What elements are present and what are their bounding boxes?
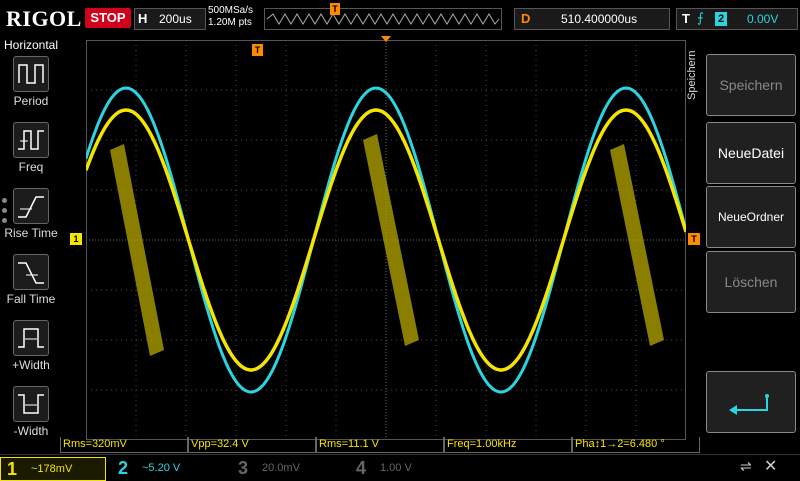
page-dot [2, 218, 7, 223]
menu-title: Horizontal [3, 38, 59, 52]
channel-status-bar: 1 ~178mV 2 ~5.20 V 3 20.0mV 4 1.00 V [0, 454, 800, 481]
rising-edge-icon: ⨍ [697, 10, 704, 25]
measure-negative-width-item[interactable]: -Width [0, 386, 62, 448]
measure-positive-width-item[interactable]: +Width [0, 320, 62, 382]
positive-width-icon [13, 320, 49, 356]
measurement-ch1-rms-2[interactable]: Rms=11.1 V [316, 437, 444, 453]
channel-3-button[interactable]: 3 20.0mV [232, 457, 342, 479]
delete-button[interactable]: Löschen [706, 251, 796, 313]
trigger-level-value: 0.00V [747, 12, 779, 26]
center-time-marker [381, 36, 391, 42]
channel-1-button[interactable]: 1 ~178mV [0, 457, 106, 481]
negative-width-icon [13, 386, 49, 422]
return-button[interactable] [706, 371, 796, 433]
ch1-ground-marker[interactable]: 1 [70, 233, 82, 245]
trigger-level-marker[interactable]: T [688, 233, 700, 245]
memory-waveform-preview [266, 13, 500, 25]
delay-display[interactable]: D 510.400000us [514, 8, 670, 30]
measure-rise-time-label: Rise Time [4, 226, 58, 240]
measure-period-label: Period [13, 94, 49, 108]
speichern-button[interactable]: Speichern [706, 54, 796, 116]
memory-overview-bar[interactable] [264, 8, 502, 30]
measure-period-item[interactable]: Period [0, 56, 62, 118]
trigger-position-marker: T [330, 3, 340, 15]
noise-burst [610, 144, 664, 346]
usb-icon: ⇌ [740, 458, 752, 474]
save-menu-title: Speichern [686, 44, 702, 114]
acquisition-info: 500MSa/s 1.20M pts [208, 5, 253, 29]
measure-fall-time-item[interactable]: Fall Time [0, 254, 62, 316]
page-dot [2, 198, 7, 203]
channel-4-scale: 1.00 V [380, 462, 412, 474]
delay-value: 510.400000us [561, 12, 638, 26]
save-menu-title-text: Speichern [686, 50, 698, 100]
measure-negative-width-label: -Width [13, 424, 49, 438]
top-status-bar: RIGOL STOP H 200us 500MSa/s 1.20M pts T … [0, 0, 800, 36]
ch1-noise-bursts [110, 134, 664, 356]
waveform-display-area[interactable] [84, 40, 688, 440]
measurement-ch1-vpp[interactable]: Vpp=32.4 V [188, 437, 316, 453]
trigger-key-label: T [682, 11, 690, 26]
horizontal-measure-menu: Horizontal Period Freq Rise Time Fall Ti… [0, 36, 62, 454]
horizontal-key-label: H [138, 11, 148, 26]
brand-logo: RIGOL [6, 6, 82, 31]
noise-burst [110, 144, 164, 356]
channel-2-number: 2 [118, 458, 129, 478]
measurement-ch1-freq[interactable]: Freq=1.00kHz [444, 437, 572, 453]
measure-freq-label: Freq [18, 160, 44, 174]
measure-positive-width-label: +Width [12, 358, 50, 372]
measurement-ch1-rms[interactable]: Rms=320mV [60, 437, 188, 453]
measure-fall-time-label: Fall Time [6, 292, 56, 306]
channel-3-scale: 20.0mV [262, 462, 300, 474]
rise-time-icon [13, 188, 49, 224]
new-file-button[interactable]: NeueDatei [706, 122, 796, 184]
new-folder-button[interactable]: NeueOrdner [706, 186, 796, 248]
waveform-graticule [84, 40, 688, 440]
measurement-phase[interactable]: Pha↕1→2=6.480 ° [572, 437, 700, 453]
period-icon [13, 56, 49, 92]
trigger-display[interactable]: T ⨍ 2 0.00V [676, 8, 798, 30]
page-dot [2, 208, 7, 213]
return-arrow-icon [729, 394, 769, 415]
channel-2-scale: ~5.20 V [142, 462, 181, 474]
horizontal-timebase[interactable]: H 200us [134, 8, 206, 30]
run-stop-status[interactable]: STOP [85, 8, 131, 28]
channel-3-number: 3 [238, 458, 249, 478]
trigger-source-channel: 2 [715, 12, 727, 26]
fall-time-icon [13, 254, 49, 290]
channel-1-number: 1 [7, 459, 18, 479]
sound-off-icon[interactable]: ✕ [764, 456, 777, 476]
memory-depth: 1.20M pts [208, 17, 252, 28]
timebase-value: 200us [159, 12, 192, 26]
sample-rate: 500MSa/s [208, 5, 254, 16]
trigger-time-marker[interactable]: T [252, 44, 263, 56]
measure-freq-item[interactable]: Freq [0, 122, 62, 184]
channel-1-scale: ~178mV [31, 463, 73, 475]
measure-rise-time-item[interactable]: Rise Time [0, 188, 62, 250]
channel-4-button[interactable]: 4 1.00 V [350, 457, 460, 479]
delay-key-label: D [521, 11, 531, 26]
measurement-results-bar: Rms=320mV Vpp=32.4 V Rms=11.1 V Freq=1.0… [60, 437, 700, 454]
channel-2-button[interactable]: 2 ~5.20 V [112, 457, 226, 479]
frequency-icon [13, 122, 49, 158]
channel-4-number: 4 [356, 458, 367, 478]
